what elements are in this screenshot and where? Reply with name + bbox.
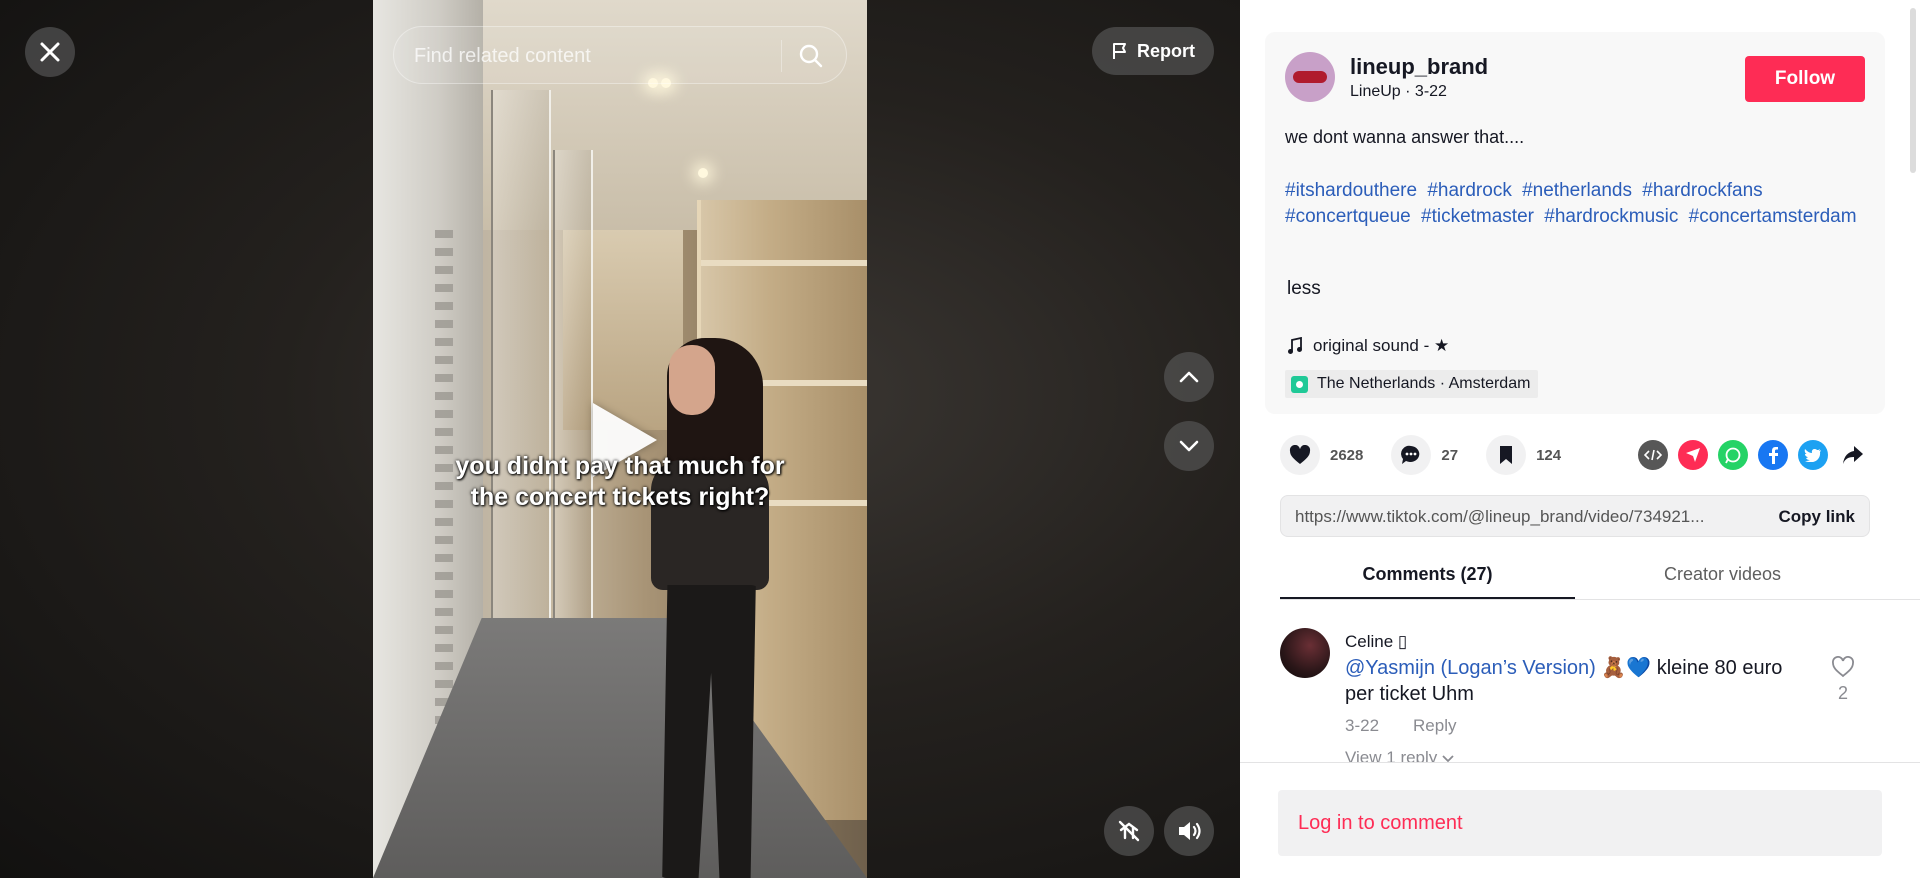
volume-button[interactable]	[1164, 806, 1214, 856]
chevron-up-icon	[1179, 371, 1199, 383]
bookmark-icon	[1500, 446, 1513, 464]
hashtag-link[interactable]: #netherlands	[1522, 180, 1632, 201]
login-to-comment-button[interactable]: Log in to comment	[1278, 790, 1882, 856]
search-input[interactable]: Find related content	[414, 45, 591, 68]
avatar[interactable]	[1285, 52, 1335, 102]
comment-text: @Yasmijn (Logan’s Version) 🧸💙 kleine 80 …	[1345, 655, 1815, 707]
send-icon	[1686, 448, 1700, 462]
location-tag[interactable]: The Netherlands · Amsterdam	[1285, 370, 1539, 398]
comment-button[interactable]: 27	[1391, 435, 1458, 475]
heart-outline-icon	[1832, 656, 1854, 678]
close-button[interactable]	[25, 27, 75, 77]
reply-button[interactable]: Reply	[1413, 716, 1456, 736]
video-caption: you didnt pay that much for the concert …	[373, 451, 867, 513]
facebook-button[interactable]	[1758, 440, 1788, 470]
hashtag-link[interactable]: #hardrockmusic	[1544, 206, 1678, 227]
commenter-avatar[interactable]	[1280, 628, 1330, 678]
embed-icon	[1644, 449, 1662, 461]
sound-link[interactable]: original sound - ★	[1287, 336, 1449, 356]
action-bar: 2628 27 124	[1280, 434, 1589, 476]
caption-line: you didnt pay that much for	[455, 452, 785, 480]
hashtag-link[interactable]: #concertqueue	[1285, 206, 1411, 227]
close-icon	[40, 42, 60, 62]
comment-mention[interactable]: @Yasmijn (Logan’s Version)	[1345, 657, 1596, 679]
share-buttons	[1638, 440, 1868, 470]
share-more-button[interactable]	[1838, 440, 1868, 470]
tab-bar: Comments (27) Creator videos	[1280, 560, 1920, 600]
bookmark-button[interactable]: 124	[1486, 435, 1561, 475]
twitter-button[interactable]	[1798, 440, 1828, 470]
details-panel: lineup_brand LineUp · 3-22 Follow we don…	[1240, 0, 1920, 878]
flag-icon	[1113, 43, 1126, 59]
hashtag-link[interactable]: #hardrockfans	[1642, 180, 1762, 201]
like-button[interactable]: 2628	[1280, 435, 1363, 475]
twitter-icon	[1804, 449, 1821, 462]
heart-icon	[1289, 445, 1311, 464]
hashtag-list: #itshardouthere #hardrock #netherlands #…	[1285, 178, 1875, 230]
login-bar: Log in to comment	[1240, 762, 1920, 878]
save-count: 124	[1536, 446, 1562, 464]
share-arrow-icon	[1843, 446, 1863, 464]
floating-player-button[interactable]	[1104, 806, 1154, 856]
hashtag-link[interactable]: #ticketmaster	[1421, 206, 1534, 227]
comment-count: 27	[1441, 446, 1459, 464]
whatsapp-icon	[1725, 447, 1741, 464]
share-url[interactable]: https://www.tiktok.com/@lineup_brand/vid…	[1295, 507, 1735, 527]
sound-label: original sound - ★	[1313, 336, 1450, 355]
chevron-down-icon	[1179, 440, 1199, 452]
comment-like-button[interactable]: 2	[1828, 656, 1858, 704]
embed-button[interactable]	[1638, 440, 1668, 470]
location-icon	[1291, 375, 1308, 393]
less-toggle[interactable]: less	[1287, 278, 1321, 300]
copy-link-button[interactable]: Copy link	[1778, 507, 1855, 527]
search-bar[interactable]: Find related content	[393, 26, 847, 84]
comment-meta: 3-22 Reply	[1345, 716, 1457, 736]
previous-video-button[interactable]	[1164, 352, 1214, 402]
video-viewer: you didnt pay that much for the concert …	[0, 0, 1240, 878]
comment-item: Celine ▯ @Yasmijn (Logan’s Version) 🧸💙 k…	[1280, 626, 1880, 766]
comment-icon	[1401, 445, 1420, 464]
hashtag-link[interactable]: #hardrock	[1427, 180, 1512, 201]
caption-line: the concert tickets right?	[470, 483, 770, 511]
report-button[interactable]: Report	[1092, 27, 1214, 75]
music-note-icon	[1288, 337, 1302, 354]
search-divider	[781, 40, 782, 72]
post-info-card: lineup_brand LineUp · 3-22 Follow we don…	[1265, 32, 1885, 414]
hashtag-link[interactable]: #itshardouthere	[1285, 180, 1417, 201]
next-video-button[interactable]	[1164, 421, 1214, 471]
send-button[interactable]	[1678, 440, 1708, 470]
like-count: 2628	[1330, 446, 1364, 464]
follow-button[interactable]: Follow	[1745, 56, 1865, 102]
comment-date: 3-22	[1345, 716, 1380, 735]
floating-player-icon	[1118, 820, 1140, 842]
tab-comments[interactable]: Comments (27)	[1280, 560, 1575, 599]
post-description: we dont wanna answer that....	[1285, 127, 1525, 147]
whatsapp-button[interactable]	[1718, 440, 1748, 470]
nickname-date: LineUp · 3-22	[1350, 83, 1447, 100]
hashtag-link[interactable]: #concertamsterdam	[1689, 206, 1857, 227]
tab-creator-videos[interactable]: Creator videos	[1575, 560, 1870, 599]
login-label: Log in to comment	[1298, 812, 1463, 834]
comment-like-count: 2	[1837, 683, 1848, 703]
username[interactable]: lineup_brand	[1350, 54, 1488, 80]
location-label: The Netherlands · Amsterdam	[1317, 375, 1531, 392]
commenter-name[interactable]: Celine ▯	[1345, 632, 1407, 652]
search-icon[interactable]	[798, 43, 824, 69]
scrollbar[interactable]	[1910, 8, 1916, 173]
report-label: Report	[1137, 40, 1195, 61]
share-link-box: https://www.tiktok.com/@lineup_brand/vid…	[1280, 495, 1870, 537]
facebook-icon	[1769, 447, 1778, 464]
volume-icon	[1179, 822, 1201, 840]
